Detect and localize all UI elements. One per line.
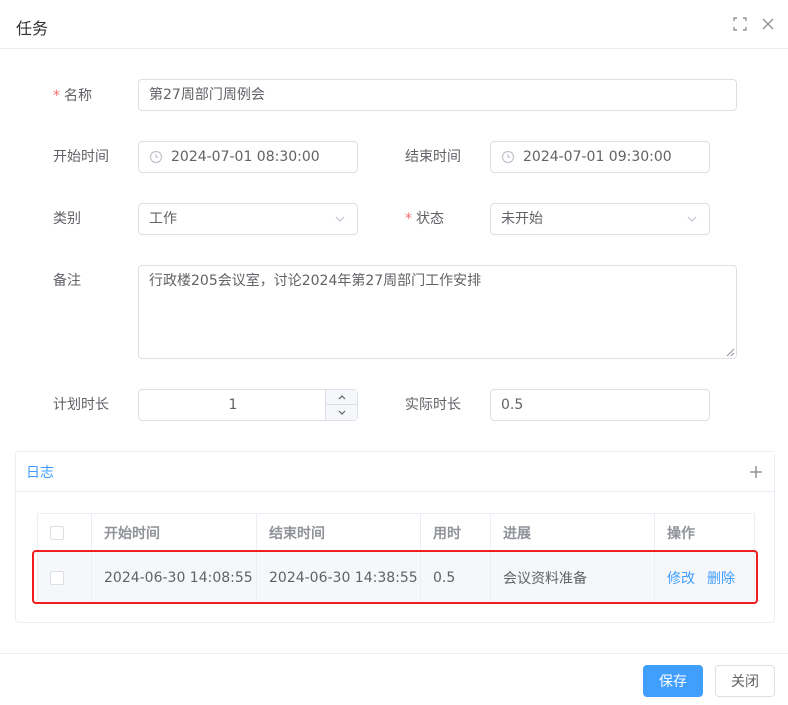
chevron-down-icon xyxy=(335,216,345,222)
dialog-title: 任务 xyxy=(16,19,49,38)
planned-duration-value[interactable]: 1 xyxy=(139,390,327,420)
log-header: 日志 xyxy=(16,452,774,492)
table-header-row: 开始时间 结束时间 用时 进展 操作 xyxy=(38,514,755,552)
planned-duration-stepper[interactable]: 1 xyxy=(138,389,358,421)
category-select[interactable]: 工作 xyxy=(138,203,358,235)
column-header-start[interactable]: 开始时间 xyxy=(92,514,257,551)
task-dialog: 任务 * 名称 第27周部门周例会 开始时间 2024-07-01 08:30:0… xyxy=(0,0,788,705)
remark-label: 备注 xyxy=(53,273,81,289)
stepper-controls xyxy=(325,390,357,420)
dialog-footer: 保存 关闭 xyxy=(0,653,788,705)
column-header-duration[interactable]: 用时 xyxy=(421,514,491,551)
row-checkbox-cell xyxy=(38,552,92,603)
close-icon[interactable] xyxy=(760,16,776,32)
status-label: * 状态 xyxy=(405,211,444,227)
planned-duration-label: 计划时长 xyxy=(53,397,109,413)
log-tab[interactable]: 日志 xyxy=(26,462,54,482)
dialog-header: 任务 xyxy=(0,0,788,49)
cell-start-time: 2024-06-30 14:08:55 xyxy=(92,552,257,603)
column-header-end[interactable]: 结束时间 xyxy=(257,514,421,551)
end-time-label: 结束时间 xyxy=(405,149,461,165)
clock-icon xyxy=(501,150,515,164)
start-time-picker[interactable]: 2024-07-01 08:30:00 xyxy=(138,141,358,173)
chevron-down-icon xyxy=(338,410,345,415)
cell-end-time: 2024-06-30 14:38:55 xyxy=(257,552,421,603)
increase-button[interactable] xyxy=(326,390,357,405)
edit-link[interactable]: 修改 xyxy=(667,568,695,588)
table-row[interactable]: 2024-06-30 14:08:55 2024-06-30 14:38:55 … xyxy=(38,552,755,604)
remark-textarea[interactable]: 行政楼205会议室，讨论2024年第27周部门工作安排 xyxy=(138,265,737,359)
chevron-up-icon xyxy=(338,395,345,400)
column-header-actions: 操作 xyxy=(655,514,755,551)
clock-icon xyxy=(149,150,163,164)
select-all-checkbox[interactable] xyxy=(50,525,64,540)
status-select[interactable]: 未开始 xyxy=(490,203,710,235)
fullscreen-icon[interactable] xyxy=(732,16,748,32)
log-card: 日志 开始时间 结束时间 用时 进展 操作 2024-06-30 14:08:5… xyxy=(15,451,775,623)
plus-icon[interactable] xyxy=(748,464,764,480)
name-input[interactable]: 第27周部门周例会 xyxy=(138,79,737,111)
chevron-down-icon xyxy=(687,216,697,222)
actual-duration-label: 实际时长 xyxy=(405,397,461,413)
category-label: 类别 xyxy=(53,211,81,227)
cell-progress: 会议资料准备 xyxy=(491,552,655,603)
log-table: 开始时间 结束时间 用时 进展 操作 2024-06-30 14:08:55 2… xyxy=(37,513,755,604)
header-checkbox-cell xyxy=(38,514,92,551)
resize-handle-icon[interactable] xyxy=(726,348,735,357)
cell-actions: 修改 删除 xyxy=(655,552,755,603)
delete-link[interactable]: 删除 xyxy=(707,568,735,588)
close-button[interactable]: 关闭 xyxy=(715,665,775,697)
start-time-label: 开始时间 xyxy=(53,149,109,165)
cell-duration: 0.5 xyxy=(421,552,491,603)
save-button[interactable]: 保存 xyxy=(643,665,703,697)
actual-duration-input[interactable]: 0.5 xyxy=(490,389,710,421)
end-time-picker[interactable]: 2024-07-01 09:30:00 xyxy=(490,141,710,173)
column-header-progress[interactable]: 进展 xyxy=(491,514,655,551)
row-checkbox[interactable] xyxy=(50,570,64,585)
decrease-button[interactable] xyxy=(326,405,357,420)
name-label: * 名称 xyxy=(53,88,92,104)
